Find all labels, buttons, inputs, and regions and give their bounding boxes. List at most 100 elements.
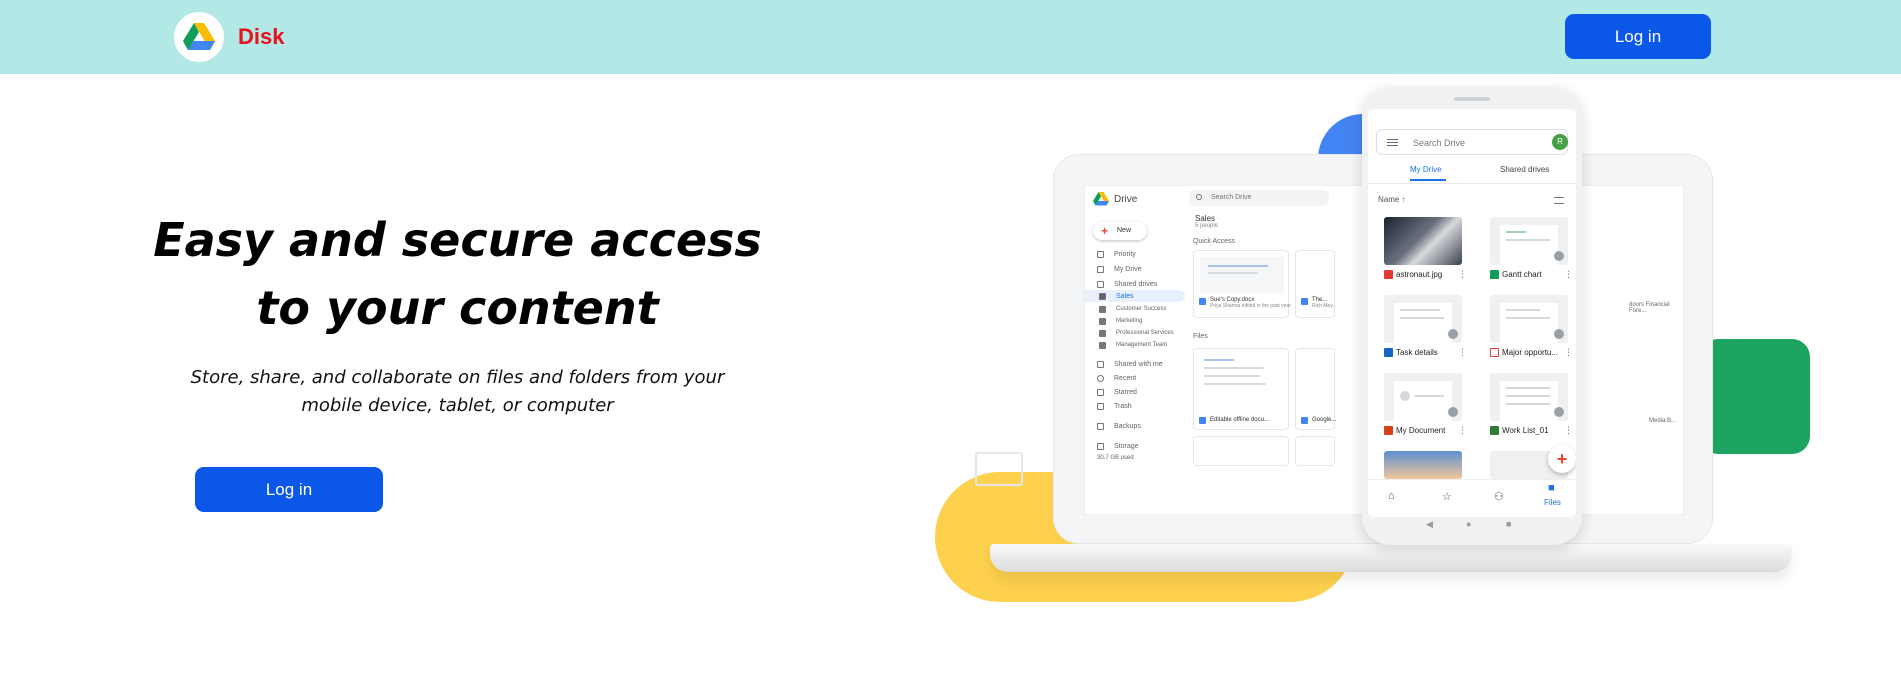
file-thumbnail [1384, 373, 1462, 421]
drive-devices-illustration: Drive + New Priority My Drive Shared dri… [930, 84, 1810, 644]
doc-line [1414, 395, 1444, 397]
trash-icon [1097, 402, 1104, 410]
doc-line [1208, 265, 1268, 267]
drive-search-placeholder: Search Drive [1211, 194, 1252, 201]
hero-login-button[interactable]: Log in [195, 467, 383, 512]
phone-file-item: My Document ⋮ [1378, 373, 1474, 453]
doc-line [1204, 383, 1266, 385]
brand[interactable]: Disk [174, 12, 284, 62]
sidebar-item-marketing: Marketing [1099, 315, 1142, 327]
card-caption: Google... [1312, 417, 1337, 423]
star-icon [1097, 388, 1104, 396]
phone-screen: Search Drive R My Drive Shared drives Na… [1368, 109, 1576, 517]
doc-line [1506, 387, 1550, 389]
tab-shared-drives: Shared drives [1500, 165, 1550, 174]
folder-members: 5 people [1195, 223, 1219, 229]
storage-used-text: 30.7 GB used [1097, 455, 1134, 461]
sidebar-item-label: My Drive [1114, 265, 1142, 273]
sidebar-item-label: Professional Services [1116, 330, 1174, 336]
doc-shape [1400, 391, 1410, 401]
doc-page [1500, 381, 1558, 421]
folder-outline-icon [975, 452, 1023, 486]
drive-logo-icon [1093, 192, 1109, 206]
doc-line [1506, 239, 1550, 241]
partial-file-name: Media B... [1649, 418, 1677, 424]
shared-icon [1554, 251, 1564, 261]
home-icon: ⌂ [1388, 490, 1395, 502]
shared-icon [1554, 329, 1564, 339]
header-login-button[interactable]: Log in [1565, 14, 1711, 59]
doc-line [1204, 375, 1260, 377]
sidebar-item-label: Sales [1116, 292, 1134, 300]
shared-drive-icon [1099, 329, 1106, 337]
phone-file-item: Major opportu... ⋮ [1484, 295, 1576, 375]
folder-header: Sales 5 people [1195, 214, 1218, 229]
active-tab-indicator [1410, 179, 1446, 181]
sidebar-item-label: Backups [1114, 422, 1141, 430]
card-caption: Editable offline docu... [1210, 417, 1269, 423]
recents-icon: ■ [1506, 519, 1512, 529]
more-options-icon: ⋮ [1458, 269, 1467, 279]
search-icon [1196, 194, 1202, 200]
drive-app-logo: Drive [1093, 192, 1137, 206]
shared-drive-icon [1097, 280, 1104, 288]
sheets-file-icon [1490, 270, 1499, 279]
card-caption: The... Rich Mey... [1312, 297, 1337, 309]
image-file-icon [1384, 270, 1393, 279]
doc-line [1400, 317, 1444, 319]
hero-subtitle: Store, share, and collaborate on files a… [190, 367, 725, 416]
docs-icon [1301, 417, 1308, 424]
laptop-base [990, 544, 1792, 572]
word-file-icon [1384, 348, 1393, 357]
sidebar-item-label: Storage [1114, 442, 1139, 450]
sidebar-item-professional-services: Professional Services [1099, 327, 1174, 339]
file-name: Task details [1396, 348, 1438, 357]
phone-mockup: Search Drive R My Drive Shared drives Na… [1362, 87, 1582, 545]
shared-drive-icon [1099, 292, 1106, 300]
storage-icon [1097, 442, 1104, 450]
hero-title: Easy and secure access to your content [150, 206, 765, 342]
drive-icon [1097, 265, 1104, 273]
folder-name: Sales [1195, 214, 1216, 223]
sidebar-item-label: Marketing [1116, 318, 1143, 324]
file-thumbnail [1200, 257, 1284, 293]
doc-line [1506, 231, 1526, 233]
files-label: Files [1193, 333, 1208, 340]
more-options-icon: ⋮ [1564, 425, 1573, 435]
card-caption: Sue's Copy.docx Priya Sharma edited in th… [1210, 297, 1291, 309]
phone-search-bar: Search Drive R [1376, 129, 1568, 155]
file-name: astronaut.jpg [1396, 270, 1443, 279]
tab-my-drive: My Drive [1410, 165, 1442, 174]
doc-line [1204, 359, 1234, 361]
green-accent-shape [1700, 339, 1810, 454]
home-circle-icon: ● [1466, 519, 1472, 529]
file-card: Editable offline docu... [1193, 348, 1289, 430]
menu-icon [1387, 139, 1398, 146]
phone-bottom-nav: ⌂ ☆ ⚇ ■ Files [1368, 479, 1576, 517]
doc-line [1506, 317, 1550, 319]
sort-label: Name ↑ [1378, 195, 1406, 204]
doc-page [1394, 303, 1452, 343]
docs-icon [1199, 298, 1206, 305]
system-navigation-bar: ◀ ● ■ [1362, 517, 1582, 537]
pdf-file-icon [1490, 348, 1499, 357]
hero-title-line-1: Easy and secure access [153, 213, 762, 267]
sidebar-item-label: Customer Success [1116, 306, 1167, 312]
sidebar-item-starred: Starred [1097, 386, 1137, 398]
brand-name: Disk [238, 24, 285, 49]
docs-icon [1199, 417, 1206, 424]
sidebar-item-label: Trash [1114, 402, 1132, 410]
doc-line [1400, 309, 1440, 311]
phone-file-item: Work List_01 ⋮ [1484, 373, 1576, 453]
folder-icon: ■ [1548, 482, 1555, 494]
logo-badge [174, 12, 224, 62]
priority-icon [1097, 250, 1104, 258]
phone-speaker [1454, 97, 1490, 101]
file-thumbnail [1490, 295, 1568, 343]
google-drive-logo-icon [183, 23, 215, 50]
doc-line [1506, 395, 1550, 397]
sidebar-item-label: Shared with me [1114, 360, 1163, 368]
sidebar-item-label: Priority [1114, 250, 1136, 258]
more-options-icon: ⋮ [1564, 347, 1573, 357]
quick-access-card: Sue's Copy.docx Priya Sharma edited in th… [1193, 250, 1291, 318]
